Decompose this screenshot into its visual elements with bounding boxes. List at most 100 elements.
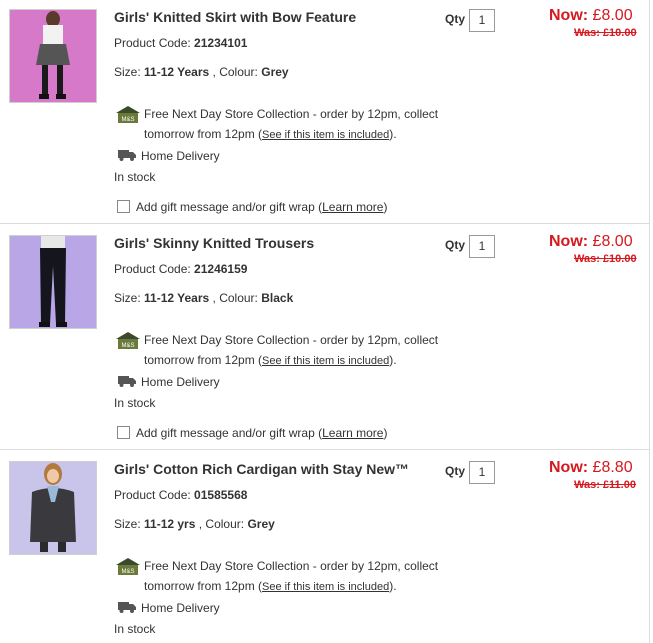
product-code-label: Product Code: xyxy=(114,488,195,502)
right-edge-divider xyxy=(649,0,650,643)
collection-text-2: tomorrow from 12pm ( xyxy=(144,127,263,141)
product-title[interactable]: Girls' Skinny Knitted Trousers xyxy=(114,235,314,251)
now-price: Now: £8.00 xyxy=(549,7,633,25)
product-code: Product Code: 21246159 xyxy=(114,262,247,276)
collection-text-2: tomorrow from 12pm ( xyxy=(144,579,263,593)
collection-text: Free Next Day Store Collection - order b… xyxy=(144,107,439,121)
gift-checkbox[interactable] xyxy=(117,426,130,439)
was-price: Was: £10.00 xyxy=(574,27,637,39)
product-image[interactable] xyxy=(9,235,97,329)
colour-label: , Colour: xyxy=(195,517,248,531)
gift-label: Add gift message and/or gift wrap ( xyxy=(136,426,323,440)
collection-text-2: tomorrow from 12pm ( xyxy=(144,353,263,367)
was-price: Was: £11.00 xyxy=(574,479,636,491)
qty-label: Qty xyxy=(445,464,466,478)
qty-input[interactable]: 1 xyxy=(469,9,495,32)
store-collection: M&S Free Next Day Store Collection - ord… xyxy=(116,330,438,371)
basket-item: Girls' Skinny Knitted Trousers Product C… xyxy=(0,226,649,450)
learn-more-link[interactable]: Learn more xyxy=(322,426,383,440)
stock-status: In stock xyxy=(114,622,156,636)
collection-end: ). xyxy=(389,127,397,141)
colour-value: Grey xyxy=(261,65,289,79)
see-if-included-link[interactable]: See if this item is included xyxy=(262,129,389,141)
collection-line2: tomorrow from 12pm (See if this item is … xyxy=(144,124,438,145)
qty-input[interactable]: 1 xyxy=(469,235,495,258)
store-collection: M&S Free Next Day Store Collection - ord… xyxy=(116,556,438,597)
product-photo-trousers xyxy=(10,236,96,328)
basket-item: Girls' Cotton Rich Cardigan with Stay Ne… xyxy=(0,452,649,643)
svg-text:M&S: M&S xyxy=(121,569,134,575)
product-code-label: Product Code: xyxy=(114,262,195,276)
now-price: Now: £8.00 xyxy=(549,233,633,251)
product-code: Product Code: 21234101 xyxy=(114,36,247,50)
gift-end: ) xyxy=(383,426,388,440)
home-delivery-label: Home Delivery xyxy=(141,375,220,389)
store-icon: M&S xyxy=(116,106,140,130)
now-price: Now: £8.80 xyxy=(549,459,633,477)
home-delivery: Home Delivery xyxy=(118,601,220,615)
colour-value: Black xyxy=(261,291,294,305)
now-price-value: £8.80 xyxy=(588,459,633,476)
size-label: Size: xyxy=(114,65,145,79)
now-price-value: £8.00 xyxy=(588,7,633,24)
colour-label: , Colour: xyxy=(209,65,262,79)
colour-label: , Colour: xyxy=(209,291,262,305)
stock-status: In stock xyxy=(114,170,156,184)
home-delivery-label: Home Delivery xyxy=(141,601,220,615)
size-colour: Size: 11-12 yrs , Colour: Grey xyxy=(114,517,275,531)
now-label: Now: xyxy=(549,7,589,24)
collection-end: ). xyxy=(389,579,397,593)
qty-label: Qty xyxy=(445,12,466,26)
product-photo-skirt xyxy=(10,10,96,102)
gift-end: ) xyxy=(383,200,388,214)
was-price: Was: £10.00 xyxy=(574,253,637,265)
home-delivery: Home Delivery xyxy=(118,375,220,389)
qty-label: Qty xyxy=(445,238,466,252)
product-image[interactable] xyxy=(9,461,97,555)
collection-line2: tomorrow from 12pm (See if this item is … xyxy=(144,350,438,371)
size-label: Size: xyxy=(114,517,145,531)
store-collection: M&S Free Next Day Store Collection - ord… xyxy=(116,104,438,145)
product-image[interactable] xyxy=(9,9,97,103)
basket-item: Girls' Knitted Skirt with Bow Feature Pr… xyxy=(0,0,649,224)
collection-line2: tomorrow from 12pm (See if this item is … xyxy=(144,576,438,597)
home-delivery-label: Home Delivery xyxy=(141,149,220,163)
now-label: Now: xyxy=(549,233,589,250)
gift-label: Add gift message and/or gift wrap ( xyxy=(136,200,323,214)
svg-text:M&S: M&S xyxy=(121,343,134,349)
product-code: Product Code: 01585568 xyxy=(114,488,247,502)
colour-value: Grey xyxy=(247,517,275,531)
product-title[interactable]: Girls' Cotton Rich Cardigan with Stay Ne… xyxy=(114,461,409,477)
size-value: 11-12 Years xyxy=(144,65,210,79)
gift-option: Add gift message and/or gift wrap (Learn… xyxy=(117,200,387,214)
product-photo-cardigan xyxy=(10,462,96,554)
product-code-label: Product Code: xyxy=(114,36,195,50)
home-delivery: Home Delivery xyxy=(118,149,220,163)
product-code-value: 21234101 xyxy=(194,36,248,50)
product-code-value: 21246159 xyxy=(194,262,248,276)
size-label: Size: xyxy=(114,291,145,305)
gift-option: Add gift message and/or gift wrap (Learn… xyxy=(117,426,387,440)
see-if-included-link[interactable]: See if this item is included xyxy=(262,581,389,593)
collection-text: Free Next Day Store Collection - order b… xyxy=(144,559,439,573)
product-code-value: 01585568 xyxy=(194,488,248,502)
size-colour: Size: 11-12 Years , Colour: Black xyxy=(114,291,293,305)
store-icon: M&S xyxy=(116,332,140,356)
truck-icon xyxy=(118,150,136,161)
see-if-included-link[interactable]: See if this item is included xyxy=(262,355,389,367)
product-title[interactable]: Girls' Knitted Skirt with Bow Feature xyxy=(114,9,356,25)
now-price-value: £8.00 xyxy=(588,233,633,250)
learn-more-link[interactable]: Learn more xyxy=(322,200,383,214)
svg-text:M&S: M&S xyxy=(121,117,134,123)
collection-end: ). xyxy=(389,353,397,367)
size-colour: Size: 11-12 Years , Colour: Grey xyxy=(114,65,289,79)
stock-status: In stock xyxy=(114,396,156,410)
collection-text: Free Next Day Store Collection - order b… xyxy=(144,333,439,347)
size-value: 11-12 yrs xyxy=(144,517,196,531)
truck-icon xyxy=(118,376,136,387)
size-value: 11-12 Years xyxy=(144,291,210,305)
qty-input[interactable]: 1 xyxy=(469,461,495,484)
now-label: Now: xyxy=(549,459,589,476)
store-icon: M&S xyxy=(116,558,140,582)
gift-checkbox[interactable] xyxy=(117,200,130,213)
